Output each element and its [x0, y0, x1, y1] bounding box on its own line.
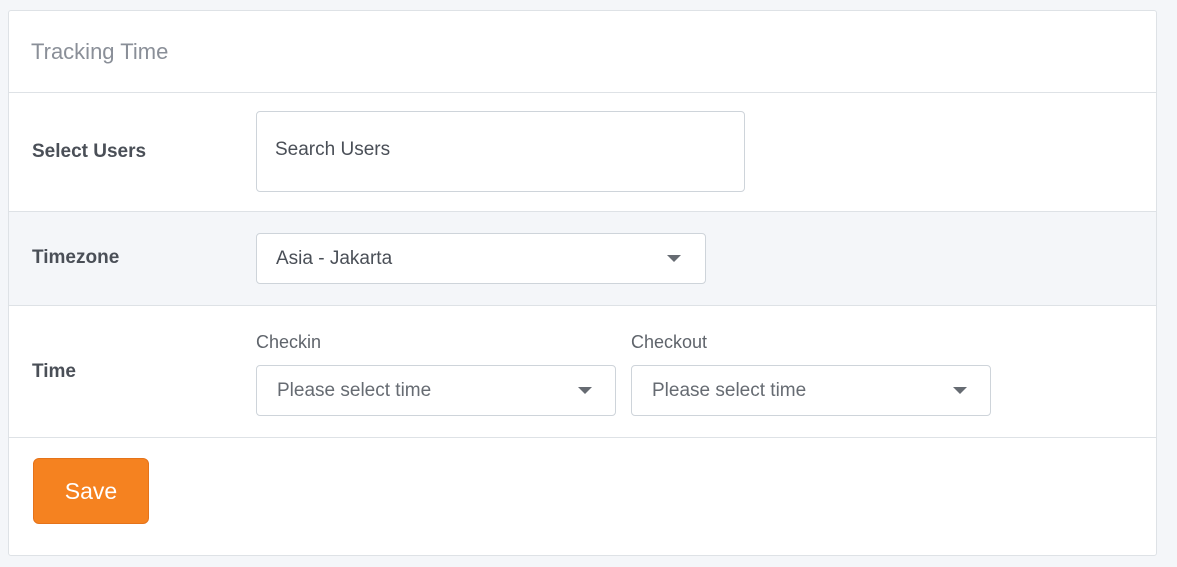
checkout-label: Checkout [631, 332, 708, 352]
checkin-placeholder: Please select time [277, 380, 432, 401]
search-users-input[interactable] [275, 139, 715, 161]
checkin-label: Checkin [256, 332, 322, 352]
timezone-label: Timezone [32, 247, 120, 268]
select-users-label: Select Users [32, 141, 147, 162]
chevron-down-icon [578, 387, 592, 394]
search-users-field[interactable] [256, 111, 745, 192]
card-header: Tracking Time [9, 11, 1156, 93]
timezone-row: Timezone Asia - Jakarta [9, 212, 1156, 306]
select-users-row: Select Users [9, 93, 1156, 212]
checkout-select[interactable]: Please select time [631, 365, 991, 416]
card-title: Tracking Time [31, 39, 169, 64]
tracking-time-card: Tracking Time Select Users Timezone Asia… [8, 10, 1157, 556]
chevron-down-icon [953, 387, 967, 394]
timezone-selected-value: Asia - Jakarta [276, 248, 393, 269]
chevron-down-icon [667, 255, 681, 262]
time-row: Time Checkin Please select time Checkout… [9, 306, 1156, 438]
checkout-placeholder: Please select time [652, 380, 807, 401]
save-button[interactable]: Save [33, 458, 149, 524]
time-label: Time [32, 361, 77, 382]
checkin-select[interactable]: Please select time [256, 365, 616, 416]
timezone-select[interactable]: Asia - Jakarta [256, 233, 706, 284]
